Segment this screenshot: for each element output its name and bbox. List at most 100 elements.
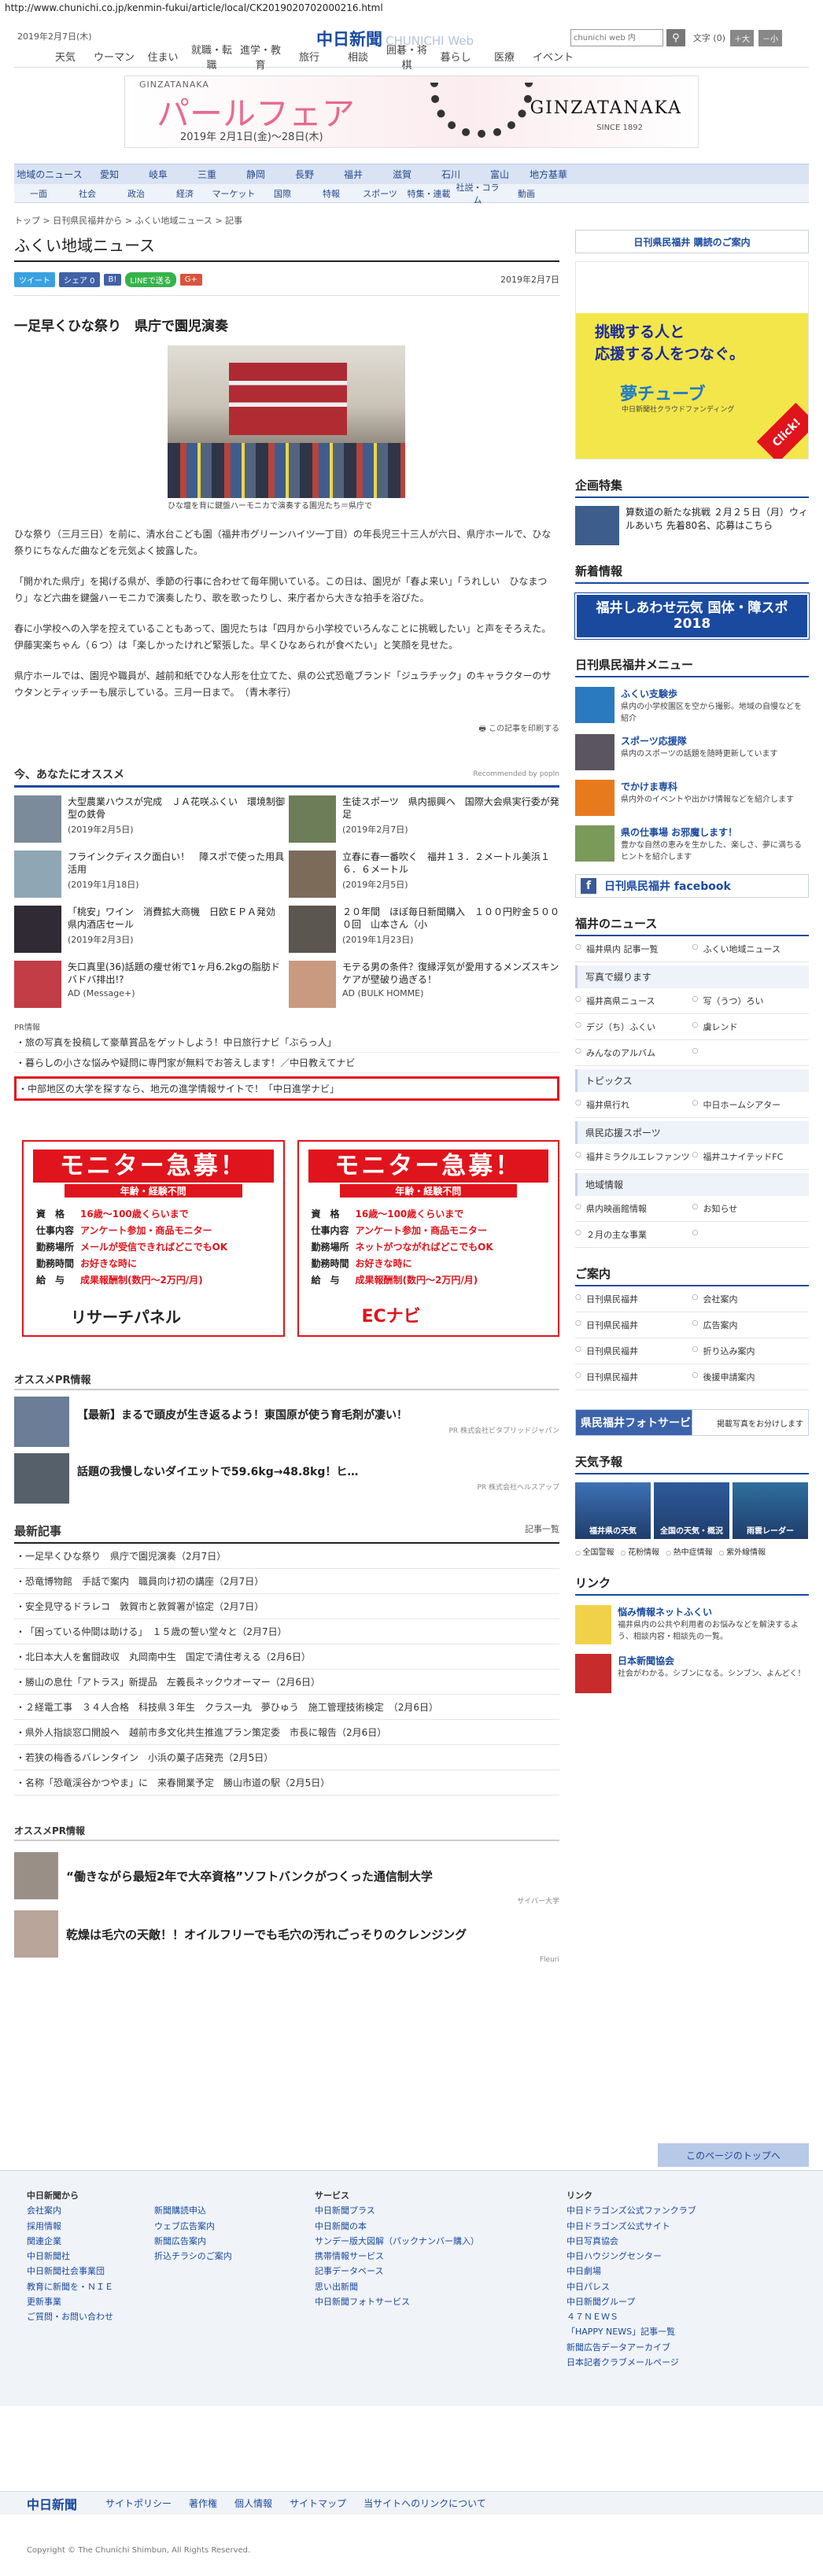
footer-link[interactable]: 新聞広告データアーカイブ [567, 2340, 696, 2355]
gnav-item-6[interactable]: 相談 [334, 49, 382, 64]
side-link[interactable]: デジ（ち）ふくい [575, 1014, 692, 1039]
news-item[interactable]: 北日本大人を奮闘政収 丸岡南中生 国定で清住考える（2月6日） [14, 1644, 559, 1670]
facebook-share-button[interactable]: シェア 0 [59, 271, 100, 287]
footer-link[interactable]: ４７ＮＥＷＳ [567, 2309, 696, 2324]
side-link-item[interactable]: 悩み情報ネットふくい 福井県内の公共や利用者のお悩みなどを解決するよう、相談内容・… [575, 1605, 809, 1644]
gnav-item-5[interactable]: 旅行 [285, 49, 334, 64]
oss-pr2-item[interactable]: “働きながら最短2年で大卒資格”ソフトバンクがつくった通信制大学 サイバー大学 [14, 1852, 559, 1906]
side-menu-item[interactable]: でかけま専科 県内外のイベントや出かけ情報などを紹介します [575, 780, 809, 816]
news-item[interactable]: 勝山の息仕「アトラス」新提品 左義長ネックウオーマー（2月6日） [14, 1670, 559, 1695]
pearl-fair-banner-ad[interactable]: GINZATANAKA パールフェア 2019年 2月1日(金)〜28日(木) … [124, 76, 699, 148]
footer-link[interactable]: 記事データベース [315, 2264, 479, 2279]
footer-link[interactable]: ウェブ広告案内 [154, 2219, 232, 2234]
dream-tube-ad[interactable]: 挑戦する人と 応援する人をつなぐ。 夢チューブ 中日新聞社クラウドファンディング… [575, 261, 809, 459]
side-link-item[interactable]: 日本新聞協会 社会がわかる。シブンになる。シンブン、よんどく！ [575, 1654, 809, 1693]
footer-link[interactable]: 中日新聞プラス [315, 2203, 479, 2218]
footer-link[interactable]: 中日ドラゴンズ公式サイト [567, 2219, 696, 2234]
footer-link[interactable]: 思い出新聞 [315, 2279, 479, 2294]
photo-service-banner[interactable]: 県民福井フォトサービス 掲載写真をお分けします [575, 1409, 809, 1436]
region-tab-6[interactable]: 福井 [329, 168, 378, 181]
gnav-item-1[interactable]: ウーマン [90, 49, 138, 64]
side-link[interactable]: 日刊県民福井 [575, 1312, 692, 1338]
article-list-link[interactable]: 記事一覧 [525, 1522, 559, 1539]
recommend-item[interactable]: 矢口真里(36)話題の痩せ術で1ヶ月6.2kgの脂肪ドバドバ排出!? AD (Me… [14, 961, 285, 1008]
font-bigger-button[interactable]: ＋大 [730, 29, 754, 46]
region-tab-7[interactable]: 滋賀 [378, 168, 426, 181]
side-menu-item[interactable]: 県の仕事場 お邪魔します！ 豊かな自然の恵みを生かした、楽しさ、夢に満ちるヒントを… [575, 825, 809, 863]
news-item[interactable]: ２経電工事 ３４人合格 科技県３年生 クラス一丸 夢ひゅう 施工管理技術検定 （… [14, 1695, 559, 1720]
side-link[interactable]: 福井高県ニュース [575, 988, 692, 1013]
pr-link[interactable]: 中部地区の大学を探すなら、地元の進学情報サイトで！「中日進学ナビ」 [14, 1076, 559, 1101]
side-menu-item[interactable]: スポーツ応援隊 県内のスポーツの話題を随時更新しています [575, 734, 809, 770]
news-item[interactable]: 若狭の梅香るバレンタイン 小浜の菓子店発売（2月5日） [14, 1745, 559, 1770]
region-tab-0[interactable]: 地域のニュース [14, 168, 85, 181]
pr-link[interactable]: 旅の写真を投稿して豪華賞品をゲットしよう！中日旅行ナビ「ぶらっ人」 [14, 1032, 559, 1053]
category-tab-3[interactable]: 経済 [161, 187, 209, 200]
magnifier-icon[interactable]: ⚲ [666, 29, 685, 46]
footer-nav-link[interactable]: サイトマップ [290, 2497, 346, 2510]
side-link[interactable]: 福井県内 記事一覧 [575, 936, 692, 961]
category-tab-2[interactable]: 政治 [112, 187, 161, 200]
side-link[interactable]: 写（うつ）ろい [692, 988, 810, 1013]
line-share-button[interactable]: LINEで送る [125, 271, 176, 287]
footer-link[interactable]: サンデー版大図解（パックナンバー購入） [315, 2234, 479, 2249]
news-item[interactable]: 恐竜博物館 手話で案内 職員向け初の講座（2月7日） [14, 1569, 559, 1594]
category-tab-5[interactable]: 国際 [258, 187, 307, 200]
side-link[interactable]: 県内映画館情報 [575, 1196, 692, 1221]
news-item[interactable]: 一足早くひな祭り 県庁で園児演奏（2月7日） [14, 1544, 559, 1569]
weather-link[interactable]: 紫外線情報 [719, 1545, 766, 1557]
recommend-item[interactable]: 「桃安」ワイン 消費拡大商機 日欧ＥＰＡ発効 県内酒店セール (2019年2月3日… [14, 906, 285, 953]
footer-link[interactable]: 折込チラシのご案内 [154, 2249, 232, 2264]
subscribe-link[interactable]: 日刊県民福井 購読のご案内 [575, 230, 809, 253]
font-smaller-button[interactable]: －小 [758, 29, 782, 46]
region-tab-4[interactable]: 静岡 [231, 168, 280, 181]
category-tab-7[interactable]: スポーツ [356, 187, 404, 200]
kikaku-item[interactable]: 算数道の新たな挑戦 ２月２５日（月）ウィルあいち 先着80名、応募はこちら [575, 506, 809, 545]
news-item[interactable]: 県外人指談窓口開設へ 越前市多文化共生推進プラン策定委 市長に報告（2月6日） [14, 1720, 559, 1745]
region-tab-1[interactable]: 愛知 [85, 168, 134, 181]
gnav-item-10[interactable]: イベント [529, 49, 578, 64]
footer-link[interactable]: 中日新聞社 [27, 2249, 113, 2264]
news-item[interactable]: 名称「恐竜渓谷かつやま」に 来春開業予定 勝山市道の駅（2月5日） [14, 1770, 559, 1795]
region-tab-10[interactable]: 地方基華 [524, 168, 573, 181]
footer-nav-link[interactable]: 当サイトへのリンクについて [364, 2497, 486, 2510]
gnav-item-8[interactable]: 暮らし [431, 49, 480, 64]
weather-tile[interactable]: 雨雲レーダー [733, 1482, 808, 1539]
side-link[interactable]: 福井県行れ [575, 1092, 692, 1117]
side-link[interactable]: ふくい地域ニュース [692, 936, 810, 961]
gplus-button[interactable]: G+ [179, 273, 202, 286]
address-bar[interactable]: http://www.chunichi.co.jp/kenmin-fukui/a… [0, 0, 823, 17]
hatena-bookmark-button[interactable]: B! [103, 273, 122, 286]
print-button[interactable]: 🖶 この記事を印刷する [14, 722, 559, 736]
recommend-item[interactable]: フラインクディスク面白い！ 障スポで使った用具活用 (2019年1月18日) [14, 851, 285, 898]
footer-link[interactable]: 中日新聞の本 [315, 2219, 479, 2234]
side-link[interactable]: 福井ミラクルエレファンツ [575, 1144, 692, 1169]
site-logo[interactable]: 中日新聞 CHUNICHI Web [316, 27, 474, 50]
footer-link[interactable]: 中日ハウジングセンター [567, 2249, 696, 2264]
side-link[interactable]: 折り込み案内 [692, 1338, 810, 1364]
side-link[interactable]: 虜レンド [692, 1014, 810, 1039]
footer-link[interactable]: 中日パレス [567, 2279, 696, 2294]
footer-link[interactable]: 関連企業 [27, 2234, 113, 2249]
news-item[interactable]: 「困っている仲間は助ける」 １５歳の誓い堂々と（2月7日） [14, 1619, 559, 1644]
weather-tile[interactable]: 福井県の天気 [575, 1482, 651, 1539]
gnav-item-9[interactable]: 医療 [480, 49, 529, 64]
category-tab-8[interactable]: 特集・連載 [404, 187, 453, 200]
monitor-ad[interactable]: モニター急募！ 年齢・経験不問資 格 16歳～100歳くらいまで 仕事内容 アンケート参… [297, 1140, 559, 1337]
category-tab-1[interactable]: 社会 [63, 187, 112, 200]
category-tab-9[interactable]: 社説・コラム [453, 181, 502, 206]
footer-link[interactable]: 会社案内 [27, 2203, 113, 2218]
kokutai-banner[interactable]: 福井しあわせ元気 国体・障スポ 2018 [574, 592, 810, 640]
footer-logo[interactable]: 中日新聞 [27, 2494, 77, 2513]
gnav-item-3[interactable]: 就職・転職 [187, 42, 236, 72]
footer-link[interactable]: 中日新聞フォトサービス [315, 2294, 479, 2309]
side-link[interactable]: 会社案内 [692, 1286, 810, 1312]
recommend-item[interactable]: 大型農業ハウスが完成 ＪＡ花咲ふくい 環境制御型の鉄骨 (2019年2月5日) [14, 795, 285, 843]
footer-link[interactable]: ご質問・お問い合わせ [27, 2309, 113, 2324]
recommend-item[interactable]: ２０年間 ほぼ毎日新聞購入 １００円貯金５０００回 山本さん（小 (2019年1月… [289, 906, 559, 953]
side-link[interactable]: 日刊県民福井 [575, 1364, 692, 1389]
footer-link[interactable]: 「HAPPY NEWS」記事一覧 [567, 2324, 696, 2339]
side-menu-item[interactable]: ふくい支験歩 県内の小学校園区を空から撮影。地域の自慢などを紹介 [575, 687, 809, 725]
region-tab-8[interactable]: 石川 [426, 168, 475, 181]
footer-link[interactable]: 中日写真協会 [567, 2234, 696, 2249]
